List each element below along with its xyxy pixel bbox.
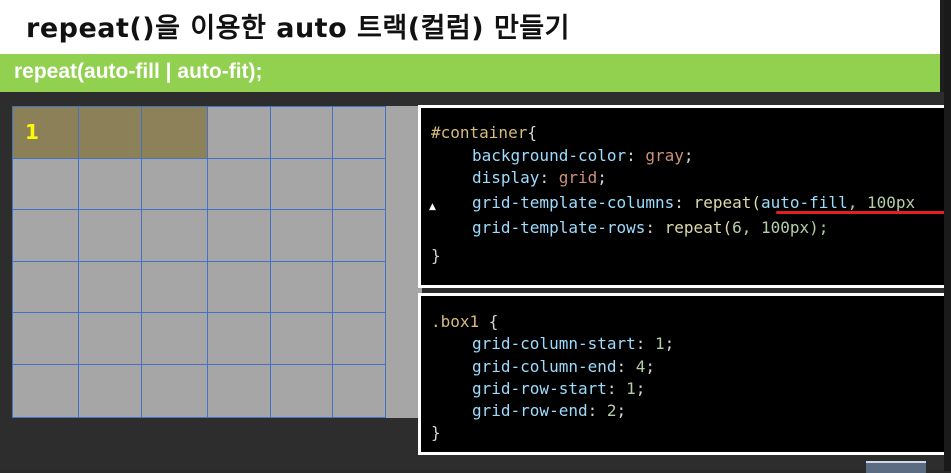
grid-line — [12, 312, 386, 313]
code-line: background-color: gray; — [472, 146, 694, 165]
css-brace: } — [431, 423, 441, 442]
code-line: grid-row-start: 1; — [472, 379, 646, 398]
css-function: repeat( — [693, 193, 761, 212]
taskbar-thumbnail[interactable] — [866, 461, 926, 473]
css-value: grid — [558, 168, 598, 187]
grid-demo-container: 1 — [12, 106, 422, 418]
code-line: #container{ — [431, 123, 537, 142]
css-property: grid-row-start — [472, 379, 607, 398]
css-brace: } — [431, 246, 441, 265]
css-property: grid-column-end — [472, 357, 617, 376]
grid-line — [12, 209, 386, 210]
css-property: grid-column-start — [472, 334, 636, 353]
css-number: 1 — [655, 334, 665, 353]
css-number: 6 — [732, 218, 742, 237]
grid-line — [12, 261, 386, 262]
window-right-edge — [944, 0, 951, 471]
css-number: 4 — [635, 357, 646, 376]
grid-line — [332, 106, 333, 418]
code-line: grid-template-columns: repeat(auto-fill,… — [472, 193, 916, 212]
code-block-box1: .box1 { grid-column-start: 1; grid-colum… — [418, 293, 951, 455]
grid-line — [78, 106, 79, 418]
css-property: grid-template-rows — [472, 218, 646, 237]
red-underline-annotation — [776, 211, 951, 214]
css-property: grid-template-columns — [472, 193, 675, 212]
code-line: grid-row-end: 2; — [472, 401, 627, 420]
css-brace: { — [527, 123, 537, 142]
grid-line — [12, 106, 386, 107]
code-line: grid-column-end: 4; — [472, 357, 656, 376]
code-line: grid-column-start: 1; — [472, 334, 675, 353]
subtitle-bar: repeat(auto-fill | auto-fit); — [0, 54, 940, 92]
code-line: .box1 { — [431, 312, 498, 331]
css-number: 1 — [626, 379, 636, 398]
css-property: display — [472, 168, 540, 187]
grid-line — [12, 106, 13, 418]
grid-line — [12, 364, 386, 365]
box1-label: 1 — [25, 120, 39, 144]
mouse-cursor-icon: ▲ — [429, 202, 436, 212]
grid-line — [141, 106, 142, 418]
css-property: grid-row-end — [472, 401, 588, 420]
css-property: background-color — [472, 146, 627, 165]
code-line: } — [431, 423, 441, 442]
css-function: repeat( — [664, 218, 733, 237]
css-number: 2 — [606, 401, 617, 420]
grid-line — [385, 106, 386, 418]
grid-box1: 1 — [12, 106, 207, 158]
code-line: } — [431, 246, 441, 265]
css-brace: { — [479, 312, 499, 331]
slide-title-bar: repeat()을 이용한 auto 트랙(컬럼) 만들기 — [0, 0, 951, 54]
slide-subtitle: repeat(auto-fill | auto-fit); — [14, 60, 263, 83]
css-value: , 100px — [847, 193, 916, 212]
grid-line — [207, 106, 208, 418]
css-value: , 100px); — [741, 218, 829, 237]
css-value: gray — [645, 146, 684, 165]
slide-title: repeat()을 이용한 auto 트랙(컬럼) 만들기 — [26, 13, 570, 44]
code-line: grid-template-rows: repeat(6, 100px); — [472, 218, 829, 237]
css-selector: #container — [431, 123, 528, 142]
code-line: display: grid; — [472, 168, 607, 187]
code-block-container: #container{ background-color: gray; disp… — [418, 105, 951, 288]
grid-line — [270, 106, 271, 418]
css-selector: .box1 — [431, 312, 480, 331]
grid-line — [12, 417, 386, 418]
grid-line — [12, 158, 386, 159]
css-keyword: auto-fill — [761, 193, 848, 212]
